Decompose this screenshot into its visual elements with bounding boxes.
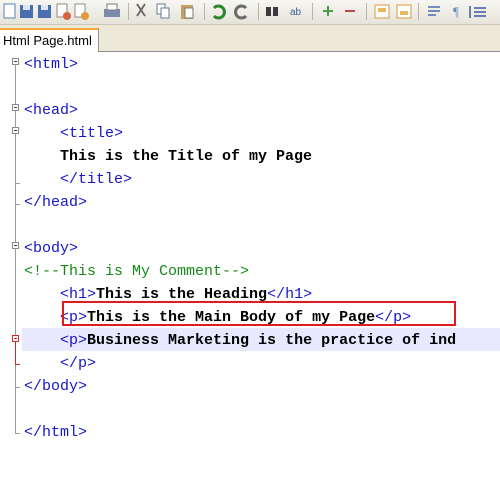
zoom-in-icon[interactable] xyxy=(323,6,333,16)
html-tag: </p> xyxy=(60,355,97,372)
tab-html-page[interactable]: Html Page.html xyxy=(0,28,99,52)
html-tag: <html> xyxy=(24,56,79,73)
print-icon[interactable] xyxy=(104,3,120,17)
html-tag: <title> xyxy=(60,125,124,142)
toolbar: ab ¶ xyxy=(0,0,500,25)
fold-title-icon[interactable] xyxy=(12,127,19,134)
code-line[interactable]: <body> xyxy=(24,237,78,260)
code-line[interactable]: </title> xyxy=(24,168,132,191)
replace-icon[interactable]: ab xyxy=(290,7,302,18)
code-text: Business Marketing is the practice of in… xyxy=(87,332,457,349)
close-icon[interactable] xyxy=(56,3,71,20)
code-editor[interactable]: <html> <head> <title> This is the Title o… xyxy=(0,52,500,500)
undo-icon[interactable] xyxy=(212,4,226,20)
fold-end-title xyxy=(15,183,20,184)
code-line[interactable]: <!--This is My Comment--> xyxy=(24,260,249,283)
code-line[interactable]: </head> xyxy=(24,191,87,214)
save-icon[interactable] xyxy=(20,5,33,18)
code-line[interactable]: <head> xyxy=(24,99,78,122)
close-all-icon[interactable] xyxy=(74,3,89,20)
new-file-icon[interactable] xyxy=(3,3,16,19)
code-line[interactable]: </body> xyxy=(24,375,87,398)
redo-icon[interactable] xyxy=(234,4,248,20)
fold-p-icon[interactable] xyxy=(12,335,19,342)
html-comment: <!--This is My Comment--> xyxy=(24,263,250,280)
save-all-icon[interactable] xyxy=(38,5,51,18)
fold-line-html xyxy=(15,65,16,433)
toolbar-icons: ab ¶ xyxy=(3,3,486,20)
code-line[interactable]: <html> xyxy=(24,53,78,76)
html-tag: <p> xyxy=(60,332,88,349)
tab-bar: Html Page.html xyxy=(0,25,500,52)
cut-icon[interactable] xyxy=(136,3,146,17)
svg-text:¶: ¶ xyxy=(453,4,459,19)
word-wrap-icon[interactable] xyxy=(428,6,440,16)
fold-body-icon[interactable] xyxy=(12,242,19,249)
code-line[interactable]: <title> xyxy=(24,122,123,145)
fold-line-p xyxy=(15,342,16,364)
sync-horizontal-icon[interactable] xyxy=(396,4,412,19)
find-icon[interactable] xyxy=(266,7,278,16)
code-text: This is the Title of my Page xyxy=(60,148,313,165)
fold-head-icon[interactable] xyxy=(12,104,19,111)
fold-html-icon[interactable] xyxy=(12,58,19,65)
highlight-box xyxy=(62,301,456,326)
html-tag: <body> xyxy=(24,240,79,257)
html-tag: </body> xyxy=(24,378,88,395)
fold-end-html xyxy=(15,433,20,434)
html-tag: </head> xyxy=(24,194,88,211)
svg-text:ab: ab xyxy=(290,7,302,18)
html-tag: <head> xyxy=(24,102,79,119)
paste-icon[interactable] xyxy=(181,5,194,19)
fold-end-p xyxy=(15,364,20,365)
code-line[interactable]: <p>Business Marketing is the practice of… xyxy=(24,329,456,352)
html-tag: </html> xyxy=(24,424,88,441)
sync-vertical-icon[interactable] xyxy=(374,4,390,19)
code-line[interactable]: This is the Title of my Page xyxy=(24,145,312,168)
show-all-chars-icon[interactable]: ¶ xyxy=(453,4,459,19)
html-tag: </title> xyxy=(60,171,133,188)
fold-end-head xyxy=(15,204,20,205)
code-line[interactable]: </html> xyxy=(24,421,87,444)
code-line[interactable]: </p> xyxy=(24,352,96,375)
fold-end-body xyxy=(15,387,20,388)
indent-guide-icon[interactable] xyxy=(469,6,486,18)
copy-icon[interactable] xyxy=(156,3,170,19)
